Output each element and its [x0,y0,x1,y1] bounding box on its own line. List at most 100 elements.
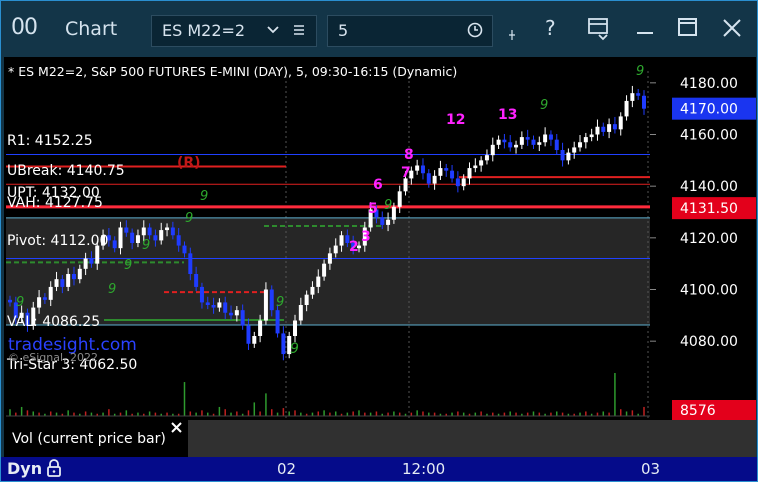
candle-body [461,178,466,187]
candle-body [543,134,548,143]
candle-body [415,165,420,171]
chevron-down-icon[interactable] [266,20,280,44]
minimize-icon[interactable] [635,15,655,46]
candle-body [386,219,391,225]
candle-body [298,305,303,321]
interval-input[interactable]: 5 [338,21,348,40]
chart-window: 00 Chart ES M22=2 5 ? 9 9 9 9 9 9 9 9 9 … [0,0,758,482]
time-label-next-day: 03 [641,460,661,478]
candle-body [438,168,443,176]
countdown-label: 12 [446,112,465,128]
volume-legend-label: Vol (current price bar) [12,431,166,447]
candle-body [566,152,571,161]
candle-body [124,227,129,233]
marker-price-label: 4131.50 [680,201,738,217]
price-tick-label: 4160.00 [680,128,738,144]
countdown-label: 3 [361,229,371,245]
candle-body [583,137,588,143]
candle-body [589,134,594,138]
help-icon[interactable]: ? [545,16,556,40]
chart-area[interactable]: 9 9 9 9 9 9 9 9 9 9 9 2 3 5 6 7 8 12 13 (R) R1: 4152.25 UBrea… [4,57,756,457]
candle-body [426,173,431,184]
layout-menu-icon[interactable] [587,15,611,46]
candle-body [194,274,199,287]
candle-body [182,245,187,254]
setup-count-label: 9 [185,211,193,226]
candle-body [578,142,583,148]
countdown-label: 2 [349,239,359,255]
dynamic-mode-label[interactable]: Dyn [7,459,42,478]
setup-count-high: 9 [636,64,644,79]
candle-body [281,333,286,355]
candle-body [89,258,94,264]
countdown-label: 13 [498,107,517,123]
price-chart[interactable]: 9999999999923567812 13(R)R1: 4152.25UBrea… [4,57,756,457]
candle-body [252,336,257,344]
candle-body [165,227,170,231]
close-icon[interactable] [721,15,743,46]
candle-body [380,217,385,225]
candle-body [612,124,617,130]
candle-body [159,230,164,241]
candle-body [444,168,449,171]
candle-body [118,227,123,249]
candle-body [508,142,513,148]
link-icon[interactable] [507,23,517,47]
setup-count-label: 9 [124,258,132,273]
lock-icon[interactable] [45,457,63,481]
title-bar: 00 Chart ES M22=2 5 ? [1,1,757,57]
setup-count-label: 9 [16,295,24,310]
maximize-icon[interactable] [677,15,699,46]
candle-body [316,276,321,287]
candle-body [217,302,222,308]
candle-body [618,116,623,130]
setup-count-low: 9 [290,341,299,357]
candle-body [455,178,460,187]
hamburger-menu-icon[interactable] [292,20,306,44]
volume-legend-bar [188,420,756,457]
candle-body [607,124,612,132]
setup-count-label: 9 [142,238,150,253]
candle-body [479,160,484,166]
symbol-input[interactable]: ES M22=2 [162,21,245,40]
candle-body [432,175,437,184]
candle-body [484,155,489,161]
level-label: R1: 4152.25 [7,133,93,149]
candle-body [473,165,478,169]
candle-body [188,253,193,274]
candle-body [304,294,309,305]
candle-body [630,93,635,101]
price-tick-label: 4180.00 [680,76,738,92]
candle-body [240,310,245,326]
candle-body [420,165,425,174]
countdown-label: 7 [401,165,411,181]
candle-body [54,279,59,287]
countdown-label: 6 [373,177,383,193]
price-tick-label: 4100.00 [680,283,738,299]
candle-body [153,235,158,241]
symbol-selector[interactable]: ES M22=2 [151,15,317,47]
candle-body [450,170,455,179]
candle-body [496,139,501,145]
chart-app-icon[interactable]: 00 [11,15,38,40]
candle-body [293,320,298,336]
volume-last-label: 8576 [680,403,716,419]
setup-count-label: 9 [108,282,116,297]
candle-body [170,227,175,236]
candle-body [391,206,396,220]
candle-body [601,126,606,132]
candle-body [83,258,88,269]
level-label: UBreak: 4140.75 [7,163,125,179]
candle-body [531,139,536,145]
countdown-label: 5 [368,201,378,217]
candle-body [77,268,82,280]
copyright-text: © eSignal, 2022 [8,351,98,364]
candle-body [258,320,263,336]
time-label-day: 02 [277,460,297,478]
clock-icon[interactable] [466,20,484,44]
setup-count-label: 9 [276,295,284,310]
chart-header: * ES M22=2, S&P 500 FUTURES E-MINI (DAY)… [8,64,457,79]
candle-body [130,232,135,243]
candle-body [525,137,530,140]
interval-selector[interactable]: 5 [327,15,493,47]
